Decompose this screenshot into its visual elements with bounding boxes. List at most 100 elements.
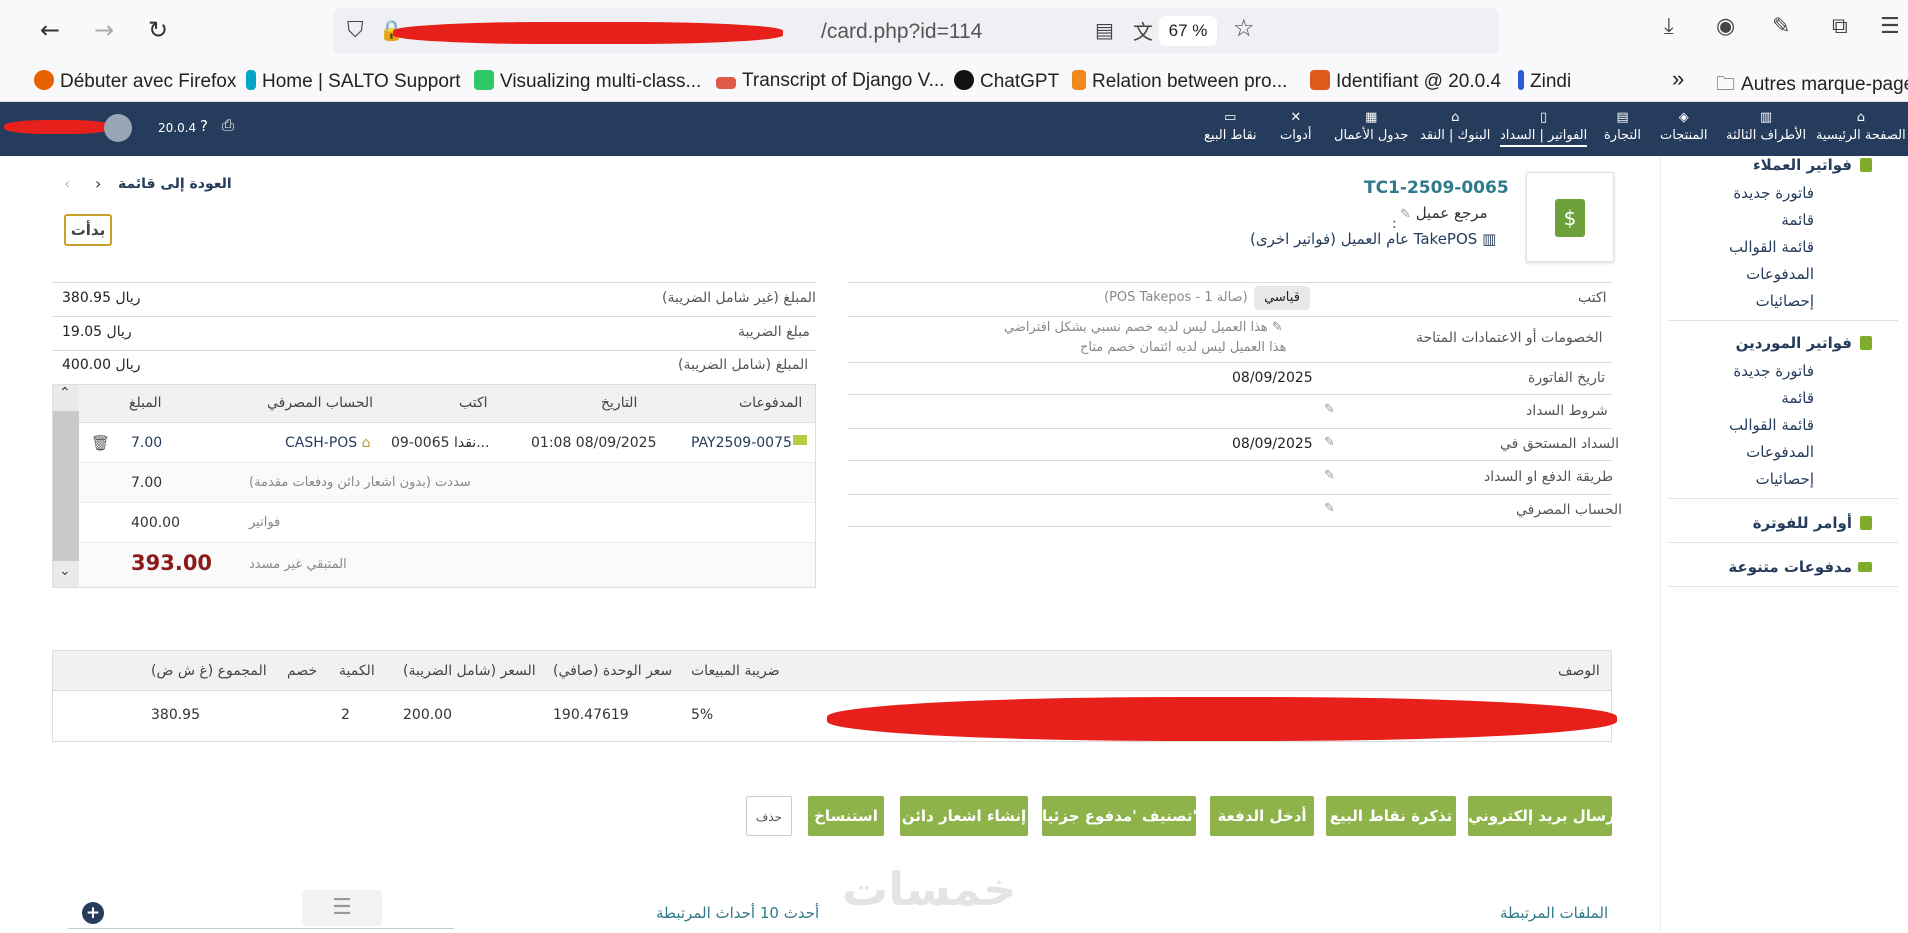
sidebar-item-stats[interactable]: إحصائيات xyxy=(1756,470,1814,488)
sidebar-item-list[interactable]: قائمة xyxy=(1781,389,1814,407)
chevron-right-icon[interactable]: › xyxy=(95,174,101,193)
sidebar-item-payments[interactable]: المدفوعات xyxy=(1746,265,1814,283)
menu-agenda[interactable]: ▦ جدول الأعمال xyxy=(1334,110,1408,143)
menu-pos[interactable]: ▭ نقاط البيع xyxy=(1204,110,1257,143)
star-bookmark-icon[interactable]: ☆ xyxy=(1233,14,1255,42)
url-bar[interactable]: ⛉ 🔒 /card.php?id=114 ▤ 文 67 % ☆ xyxy=(333,8,1499,54)
bookmark-2[interactable]: Visualizing multi-class... xyxy=(474,70,701,93)
divider xyxy=(68,928,454,929)
bookmark-6[interactable]: Identifiant @ 20.0.4 xyxy=(1310,70,1501,93)
other-bookmarks[interactable]: 🗀 Autres marque-page xyxy=(1716,70,1908,102)
pos-ticket-button[interactable]: تذكرة نقاط البيع xyxy=(1326,796,1456,836)
lines-table: الوصف ضريبة المبيعات سعر الوحدة (صافي) ا… xyxy=(52,650,1617,742)
sidebar-item-payments[interactable]: المدفوعات xyxy=(1746,443,1814,461)
menu-icon[interactable]: ☰ xyxy=(1880,14,1900,39)
pencil-icon[interactable]: ✎ xyxy=(1272,320,1283,335)
forward-arrow-icon[interactable]: → xyxy=(88,14,120,46)
linked-files-heading: الملفات المرتبطة xyxy=(1500,904,1609,922)
menu-banks[interactable]: ⌂ البنوك | النقد xyxy=(1420,110,1490,143)
menu-commerce[interactable]: ▤ التجارة xyxy=(1604,110,1641,143)
payment-amount[interactable]: 7.00 xyxy=(131,435,162,451)
watermark: خمسات xyxy=(842,862,1017,916)
redaction-mark xyxy=(827,697,1617,741)
payment-date: 01:08 08/09/2025 xyxy=(531,435,657,451)
divider xyxy=(1668,586,1898,587)
payment-account-link[interactable]: CASH-POS ⌂ xyxy=(285,435,371,451)
send-email-button[interactable]: إرسال بريد إلكتروني xyxy=(1468,796,1620,836)
sidebar-item-templates[interactable]: قائمة القوالب xyxy=(1729,416,1814,434)
sidebar-supplier-invoices[interactable]: فواتير الموردين xyxy=(1736,334,1852,352)
sidebar-customer-invoices[interactable]: فواتير العملاء xyxy=(1753,156,1852,174)
classify-partial-button[interactable]: تصنيف 'مدفوع جزئيا' xyxy=(1042,796,1197,836)
url-text: /card.php?id=114 xyxy=(821,20,983,43)
sidebar-item-new-invoice[interactable]: فاتورة جديدة xyxy=(1733,362,1814,380)
list-view-icon[interactable]: ☰ xyxy=(302,890,382,926)
chevron-up-icon[interactable]: ⌃ xyxy=(59,385,71,401)
chevron-double-right-icon[interactable]: » xyxy=(1672,66,1684,92)
trash-icon[interactable]: 🗑 xyxy=(91,434,110,452)
back-arrow-icon[interactable]: ← xyxy=(34,14,66,46)
customer-name[interactable]: TakePOS عام العميل xyxy=(1341,230,1478,248)
bookmark-4[interactable]: ChatGPT xyxy=(954,70,1059,93)
pencil-icon[interactable]: ✎ xyxy=(1324,402,1335,417)
pencil-icon[interactable]: ✎ xyxy=(1324,501,1335,516)
amount-ttc: 400.00 ريال xyxy=(62,357,141,373)
latest-events-link[interactable]: أحدث 10 أحداث المرتبطة xyxy=(656,904,819,922)
bookmark-0[interactable]: Débuter avec Firefox xyxy=(34,70,236,93)
col-vat: ضريبة المبيعات xyxy=(691,663,780,679)
sidebar-item-list[interactable]: قائمة xyxy=(1781,211,1814,229)
scrollbar-thumb[interactable] xyxy=(53,411,79,561)
bookmark-7[interactable]: Zindi xyxy=(1518,70,1571,93)
payment-ref-link[interactable]: PAY2509-0075 xyxy=(691,435,792,451)
col-unit-price-ht: سعر الوحدة (صافي) xyxy=(553,663,673,679)
downloads-icon[interactable]: ⤓ xyxy=(1664,14,1674,39)
avatar[interactable] xyxy=(104,114,132,142)
translate-icon[interactable]: 文 xyxy=(1133,16,1153,45)
menu-tools[interactable]: ✕ أدوات xyxy=(1280,110,1312,143)
scrollbar[interactable]: ⌃ ⌄ xyxy=(53,385,79,587)
clone-button[interactable]: استنساخ xyxy=(808,796,884,836)
back-to-list-link[interactable]: العودة إلى قائمة xyxy=(118,176,232,192)
divider xyxy=(1668,542,1898,543)
sidebar-billing-orders[interactable]: أوامر للفوترة xyxy=(1753,514,1852,532)
enter-payment-button[interactable]: أدخل الدفعة xyxy=(1210,796,1314,836)
credit-note-button[interactable]: إنشاء اشعار دائن xyxy=(900,796,1028,836)
chevron-left-icon[interactable]: ‹ xyxy=(64,174,70,193)
delete-button[interactable]: حذف xyxy=(746,796,792,836)
account-icon[interactable]: ◉ xyxy=(1716,14,1735,39)
divider xyxy=(848,460,1612,461)
dolibarr-icon xyxy=(1310,70,1330,90)
invoice-date: 08/09/2025 xyxy=(1232,370,1313,386)
menu-home[interactable]: ⌂ الصفحة الرئيسية xyxy=(1816,110,1906,143)
extensions-icon[interactable]: ⧉ xyxy=(1832,14,1848,39)
bookmark-3[interactable]: Transcript of Django V... xyxy=(716,70,944,92)
menu-third-parties[interactable]: ▥ الأطراف الثالثة xyxy=(1726,110,1806,143)
print-icon[interactable]: ⎙ xyxy=(222,116,234,134)
shield-icon: ⛉ xyxy=(347,18,364,43)
redaction-mark xyxy=(4,120,112,134)
other-invoices-link[interactable]: (فواتير اخرى) xyxy=(1250,230,1336,248)
sidebar-various-payments[interactable]: مدفوعات متنوعة xyxy=(1728,558,1852,576)
pencil-icon[interactable]: ✎ xyxy=(1400,207,1411,222)
help-icon[interactable]: ? xyxy=(200,117,208,135)
sidebar-item-templates[interactable]: قائمة القوالب xyxy=(1729,238,1814,256)
reader-view-icon[interactable]: ▤ xyxy=(1095,18,1114,42)
chatgpt-icon xyxy=(954,70,974,90)
add-plus-icon[interactable]: + xyxy=(82,902,104,924)
sidebar-item-stats[interactable]: إحصائيات xyxy=(1756,292,1814,310)
sidebar-item-new-invoice[interactable]: فاتورة جديدة xyxy=(1733,184,1814,202)
bookmark-5[interactable]: Relation between pro... xyxy=(1072,70,1287,93)
summary-row xyxy=(79,503,815,543)
reload-icon[interactable]: ↻ xyxy=(142,14,174,46)
menu-invoices[interactable]: ▯ الفواتير | السداد xyxy=(1500,110,1588,147)
divider xyxy=(848,282,1612,283)
invoices-label: فواتير xyxy=(249,515,281,530)
zoom-level[interactable]: 67 % xyxy=(1159,16,1217,46)
pencil-icon[interactable]: ✎ xyxy=(1324,435,1335,450)
pencil-icon[interactable]: ✎ xyxy=(1324,468,1335,483)
menu-products[interactable]: ◈ المنتجات xyxy=(1660,110,1708,143)
bookmark-1[interactable]: Home | SALTO Support xyxy=(246,70,461,93)
eyedropper-icon[interactable]: ✎ xyxy=(1772,14,1790,39)
chevron-down-icon[interactable]: ⌄ xyxy=(59,563,71,579)
salto-icon xyxy=(246,70,256,90)
